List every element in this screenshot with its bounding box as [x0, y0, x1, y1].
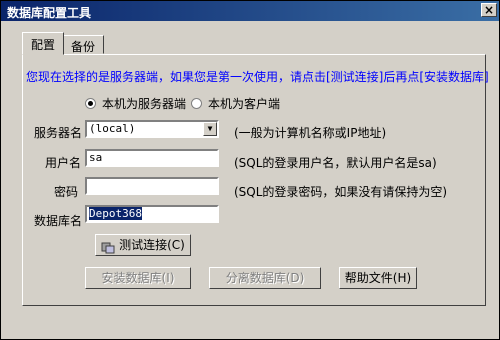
db-name-input[interactable]: Depot368	[85, 205, 219, 223]
radio-server-indicator[interactable]	[85, 98, 96, 109]
chevron-down-icon[interactable]: ▼	[203, 122, 217, 136]
user-name-hint: (SQL的登录用户名，默认用户名是sa)	[234, 156, 437, 170]
radio-client-indicator[interactable]	[191, 98, 202, 109]
tab-backup[interactable]: 备份	[62, 35, 105, 54]
user-name-label: 用户名	[45, 156, 82, 170]
tab-config[interactable]: 配置	[22, 32, 65, 55]
install-db-button[interactable]: 安装数据库(I)	[85, 267, 191, 289]
radio-server[interactable]: 本机为服务器端	[85, 95, 186, 112]
app-window: 数据库配置工具 × 配置 备份 您现在选择的是服务器端，如果您是第一次使用，请点…	[0, 0, 500, 340]
title-bar: 数据库配置工具 ×	[1, 1, 499, 21]
test-connection-button[interactable]: 测试连接(C)	[95, 234, 191, 256]
test-connection-label: 测试连接(C)	[119, 238, 185, 252]
server-name-hint: (一般为计算机名称或IP地址)	[234, 126, 387, 140]
close-button[interactable]: ×	[481, 3, 497, 17]
info-message: 您现在选择的是服务器端，如果您是第一次使用，请点击[测试连接]后再点[安装数据库…	[26, 70, 489, 84]
password-input[interactable]	[85, 177, 219, 195]
window-title: 数据库配置工具	[7, 6, 92, 20]
radio-client[interactable]: 本机为客户端	[191, 95, 280, 112]
db-name-value: Depot368	[89, 207, 142, 220]
server-name-dropdown[interactable]: (local) ▼	[85, 120, 219, 138]
server-name-label: 服务器名	[34, 126, 83, 140]
database-connect-icon	[101, 240, 115, 253]
radio-client-label: 本机为客户端	[208, 97, 281, 111]
detach-db-button[interactable]: 分离数据库(D)	[209, 267, 321, 289]
help-button[interactable]: 帮助文件(H)	[339, 267, 417, 289]
server-name-value: (local)	[89, 122, 136, 135]
password-label: 密码	[54, 185, 79, 199]
radio-server-label: 本机为服务器端	[102, 97, 187, 111]
password-hint: (SQL的登录密码，如果没有请保持为空)	[234, 185, 448, 199]
db-name-label: 数据库名	[34, 214, 83, 228]
user-name-input[interactable]: sa	[85, 149, 219, 167]
